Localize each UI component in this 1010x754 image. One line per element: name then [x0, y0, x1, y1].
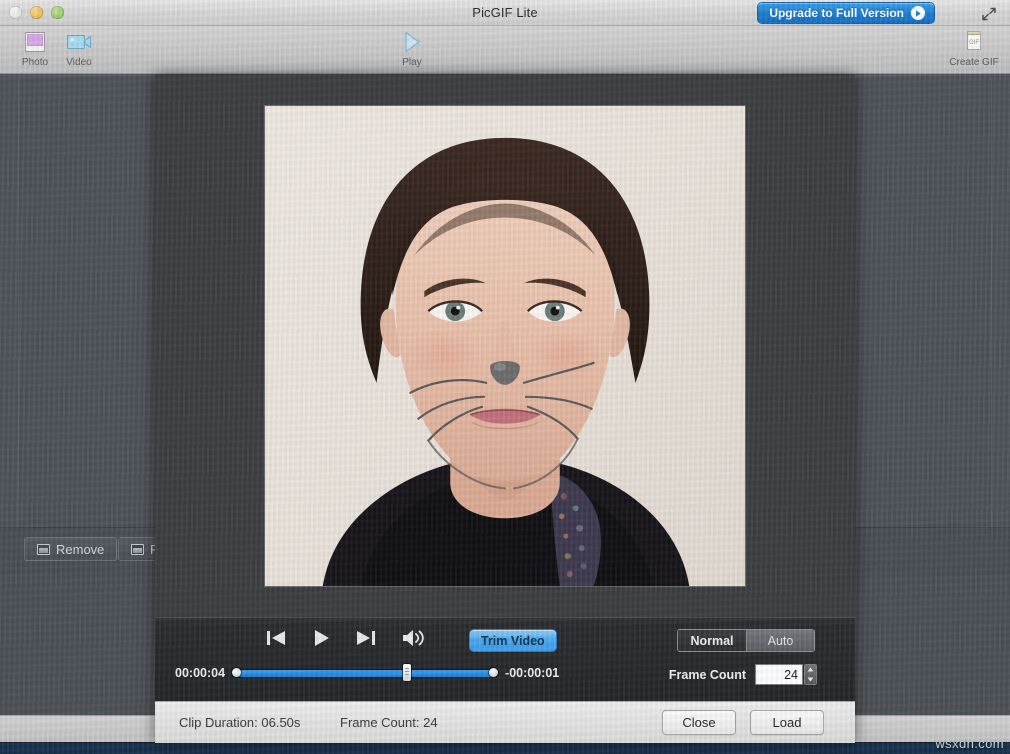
load-button-label: Load — [773, 715, 802, 730]
remaining-time-label: -00:00:01 — [505, 666, 559, 680]
trim-start-handle[interactable] — [232, 668, 241, 677]
toolbar-item-label: Play — [402, 57, 421, 68]
segment-auto[interactable]: Auto — [746, 630, 814, 651]
trim-end-handle[interactable] — [489, 668, 498, 677]
upgrade-to-full-version-button[interactable]: Upgrade to Full Version — [758, 3, 934, 23]
toolbar-item-label: Create GIF — [949, 57, 998, 68]
toolbar-item-label: Video — [66, 57, 91, 68]
skip-forward-icon[interactable] — [355, 629, 377, 647]
frame-count-input[interactable] — [755, 664, 803, 685]
timeline-track[interactable] — [234, 670, 496, 677]
close-button-label: Close — [682, 715, 715, 730]
current-time-label: 00:00:04 — [175, 666, 225, 680]
frame-count-control: Frame Count — [669, 664, 817, 685]
video-camera-icon — [65, 29, 93, 55]
play-triangle-icon — [400, 29, 424, 55]
svg-text:GIF: GIF — [969, 40, 979, 46]
segment-normal[interactable]: Normal — [678, 630, 746, 651]
photo-icon — [22, 29, 48, 55]
watermark: wsxdn.com — [935, 736, 1004, 751]
video-import-modal: Trim Video Normal Auto 00:00:04 -00:00:0… — [155, 75, 855, 743]
speaker-icon[interactable] — [401, 628, 425, 648]
playhead-handle[interactable] — [403, 664, 411, 681]
modal-footer: Clip Duration: 06.50s Frame Count: 24 Cl… — [155, 701, 855, 743]
remove-button-label: Remove — [56, 542, 104, 557]
image-icon — [37, 544, 50, 555]
title-bar: PicGIF Lite Upgrade to Full Version — [0, 0, 1010, 26]
image-icon — [131, 544, 144, 555]
toolbar-item-play[interactable]: Play — [386, 29, 438, 68]
player-controls: Trim Video Normal Auto 00:00:04 -00:00:0… — [155, 617, 855, 701]
desktop-background: PicGIF Lite Upgrade to Full Version — [0, 0, 1010, 754]
trim-video-label: Trim Video — [481, 634, 545, 648]
arrow-right-icon — [911, 6, 925, 20]
remove-button[interactable]: Remove — [24, 537, 117, 561]
close-button[interactable]: Close — [662, 710, 736, 735]
transport-controls — [265, 628, 425, 648]
clip-duration-label: Clip Duration: 06.50s — [179, 715, 300, 730]
timeline-row: 00:00:04 -00:00:01 — [175, 666, 559, 680]
video-preview-image — [265, 106, 745, 586]
trim-video-button[interactable]: Trim Video — [470, 630, 556, 651]
main-toolbar: Photo Video Play — [0, 26, 1010, 74]
create-gif-icon: GIF — [962, 29, 986, 55]
speed-mode-segmented-control: Normal Auto — [677, 629, 815, 652]
video-preview-frame[interactable] — [264, 105, 746, 587]
load-button[interactable]: Load — [750, 710, 824, 735]
frame-count-stepper[interactable] — [804, 664, 817, 685]
app-window: PicGIF Lite Upgrade to Full Version — [0, 0, 1010, 742]
frame-count-label: Frame Count — [669, 668, 746, 682]
toolbar-item-create-gif[interactable]: GIF Create GIF — [948, 29, 1000, 68]
toolbar-item-label: Photo — [22, 57, 48, 68]
toolbar-item-video[interactable]: Video — [53, 29, 105, 68]
skip-back-icon[interactable] — [265, 629, 287, 647]
frame-count-field-group — [755, 664, 817, 685]
timeline-scrubber[interactable] — [234, 666, 496, 680]
upgrade-button-label: Upgrade to Full Version — [769, 6, 904, 20]
footer-frame-count-label: Frame Count: 24 — [340, 715, 438, 730]
expand-arrows-icon[interactable] — [980, 5, 998, 23]
video-preview-stage — [155, 75, 855, 617]
play-icon[interactable] — [311, 628, 331, 648]
